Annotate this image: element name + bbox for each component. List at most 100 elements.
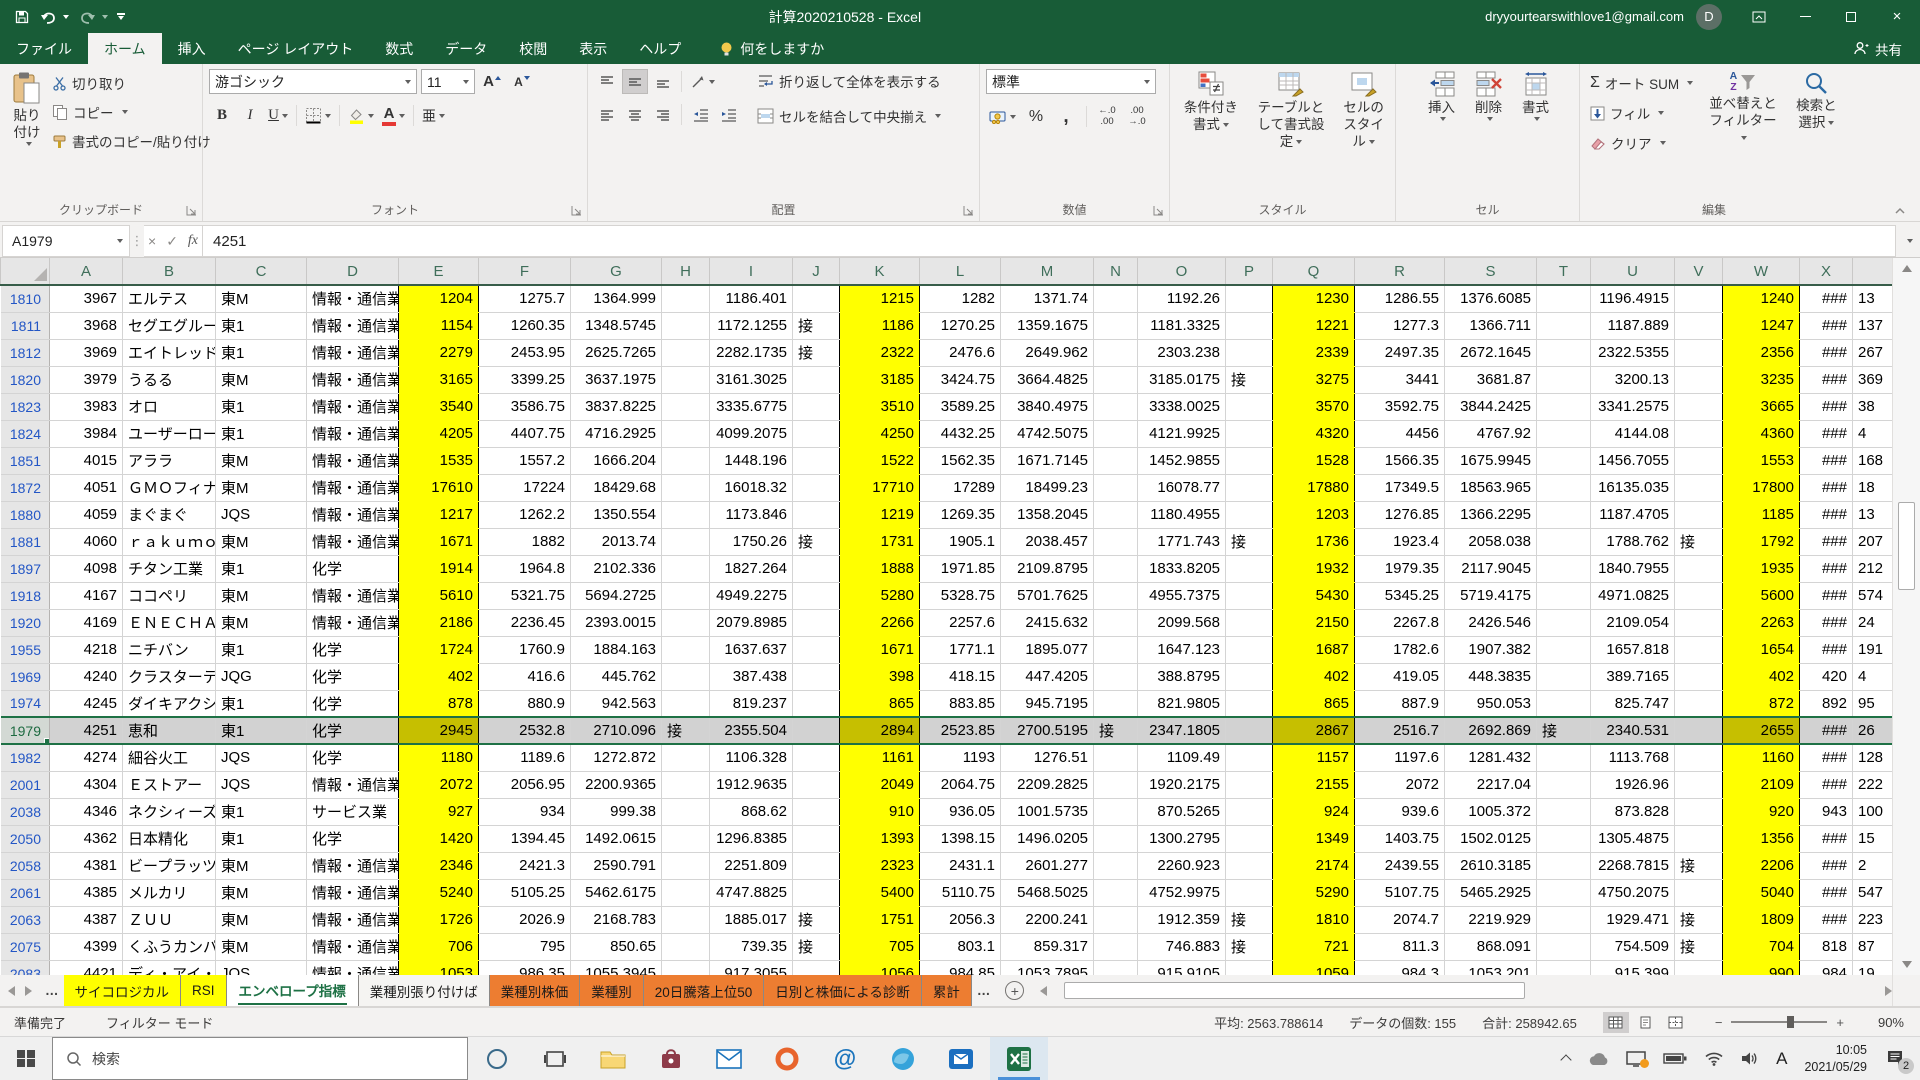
cell[interactable] bbox=[793, 555, 840, 582]
cell[interactable]: 1895.077 bbox=[1001, 636, 1094, 663]
cell[interactable]: 2038.457 bbox=[1001, 528, 1094, 555]
cell[interactable]: ### bbox=[1800, 528, 1853, 555]
cell[interactable] bbox=[1226, 798, 1273, 825]
cell[interactable] bbox=[1537, 852, 1591, 879]
name-box-splitter[interactable]: ⋮ bbox=[130, 225, 144, 257]
font-color-button[interactable]: A bbox=[379, 103, 408, 128]
cell[interactable]: 2497.35 bbox=[1355, 339, 1445, 366]
cell[interactable]: メルカリ bbox=[123, 879, 216, 906]
cut-button[interactable]: 切り取り bbox=[48, 71, 215, 95]
cell[interactable]: 18429.68 bbox=[571, 474, 662, 501]
cell[interactable] bbox=[1537, 744, 1591, 771]
cell[interactable]: 接 bbox=[793, 312, 840, 339]
cell[interactable]: 1687 bbox=[1273, 636, 1355, 663]
cell[interactable] bbox=[1537, 771, 1591, 798]
cell[interactable]: 接 bbox=[793, 339, 840, 366]
cell[interactable]: 1113.768 bbox=[1591, 744, 1675, 771]
cell[interactable]: 4169 bbox=[50, 609, 123, 636]
cell[interactable]: ビープラッツ bbox=[123, 852, 216, 879]
cell[interactable]: 878 bbox=[399, 690, 479, 717]
cell[interactable]: 東M bbox=[216, 447, 307, 474]
cell[interactable]: 16135.035 bbox=[1591, 474, 1675, 501]
cell[interactable]: 1348.5745 bbox=[571, 312, 662, 339]
cell[interactable] bbox=[662, 690, 710, 717]
cell[interactable]: 943 bbox=[1800, 798, 1853, 825]
cell[interactable]: 100 bbox=[1853, 798, 1893, 825]
cell[interactable]: 1215 bbox=[840, 285, 920, 312]
cell[interactable]: 1923.4 bbox=[1355, 528, 1445, 555]
cell[interactable]: JQS bbox=[216, 501, 307, 528]
borders-button[interactable] bbox=[302, 103, 334, 128]
cell[interactable]: 東1 bbox=[216, 312, 307, 339]
cell[interactable] bbox=[1226, 609, 1273, 636]
sheet-tab-サイコロジカル[interactable]: サイコロジカル bbox=[64, 975, 182, 1006]
cell[interactable] bbox=[1675, 744, 1723, 771]
cell[interactable]: 915.9105 bbox=[1138, 960, 1226, 975]
cell[interactable]: 2532.8 bbox=[479, 717, 571, 744]
onedrive-icon[interactable] bbox=[1587, 1051, 1609, 1066]
cell[interactable]: くふうカンパニー bbox=[123, 933, 216, 960]
store-app-button[interactable] bbox=[642, 1037, 700, 1080]
format-as-table-button[interactable]: テーブルとして書式設定 bbox=[1248, 69, 1335, 153]
cell[interactable] bbox=[1226, 771, 1273, 798]
cell[interactable] bbox=[1094, 933, 1138, 960]
column-header-Y[interactable] bbox=[1853, 258, 1893, 285]
row-header[interactable]: 1880 bbox=[1, 501, 50, 528]
cell[interactable]: ディ・アイ・システム bbox=[123, 960, 216, 975]
clear-button[interactable]: クリア bbox=[1586, 131, 1697, 155]
row-header[interactable]: 2083 bbox=[1, 960, 50, 975]
cell[interactable]: 17610 bbox=[399, 474, 479, 501]
cell[interactable]: 868.62 bbox=[710, 798, 793, 825]
cell[interactable]: 4767.92 bbox=[1445, 420, 1537, 447]
cell[interactable]: 恵和 bbox=[123, 717, 216, 744]
cell[interactable] bbox=[1537, 393, 1591, 420]
font-size-combo[interactable]: 11 bbox=[421, 69, 475, 94]
cell[interactable]: 38 bbox=[1853, 393, 1893, 420]
cell[interactable]: 17349.5 bbox=[1355, 474, 1445, 501]
cell[interactable]: 2339 bbox=[1273, 339, 1355, 366]
cell[interactable] bbox=[793, 744, 840, 771]
row-header[interactable]: 1974 bbox=[1, 690, 50, 717]
cell[interactable]: 接 bbox=[793, 933, 840, 960]
cell[interactable] bbox=[1537, 339, 1591, 366]
start-button[interactable] bbox=[0, 1037, 52, 1080]
cell[interactable]: 情報・通信業 bbox=[307, 447, 399, 474]
cell[interactable] bbox=[793, 609, 840, 636]
cell[interactable]: ### bbox=[1800, 501, 1853, 528]
cell[interactable]: 16078.77 bbox=[1138, 474, 1226, 501]
cell[interactable]: 945.7195 bbox=[1001, 690, 1094, 717]
excel-taskbar-button[interactable] bbox=[990, 1037, 1048, 1080]
cell[interactable]: 1230 bbox=[1273, 285, 1355, 312]
cell[interactable]: ＥＮＥＣＨＡＮＧＥ bbox=[123, 609, 216, 636]
cell[interactable]: クラスターテクノロジー bbox=[123, 663, 216, 690]
cell[interactable] bbox=[1537, 690, 1591, 717]
cell[interactable]: 2610.3185 bbox=[1445, 852, 1537, 879]
cell[interactable]: 2117.9045 bbox=[1445, 555, 1537, 582]
cell[interactable]: ニチバン bbox=[123, 636, 216, 663]
cell[interactable] bbox=[1675, 555, 1723, 582]
cell[interactable]: 223 bbox=[1853, 906, 1893, 933]
cell[interactable] bbox=[1537, 798, 1591, 825]
cell[interactable]: 3335.6775 bbox=[710, 393, 793, 420]
cell[interactable]: 2150 bbox=[1273, 609, 1355, 636]
cell[interactable] bbox=[1094, 555, 1138, 582]
cell[interactable]: 892 bbox=[1800, 690, 1853, 717]
expand-formula-bar-button[interactable] bbox=[1896, 225, 1920, 257]
cell[interactable]: 1350.554 bbox=[571, 501, 662, 528]
cell[interactable]: 873.828 bbox=[1591, 798, 1675, 825]
cell[interactable] bbox=[1094, 366, 1138, 393]
insert-function-icon[interactable]: fx bbox=[188, 233, 198, 249]
cell[interactable]: 191 bbox=[1853, 636, 1893, 663]
cell[interactable] bbox=[1537, 663, 1591, 690]
cell[interactable]: 5290 bbox=[1273, 879, 1355, 906]
cell[interactable] bbox=[662, 825, 710, 852]
cell[interactable]: 4205 bbox=[399, 420, 479, 447]
cell[interactable]: 1557.2 bbox=[479, 447, 571, 474]
cell[interactable]: 1157 bbox=[1273, 744, 1355, 771]
cell[interactable]: 1731 bbox=[840, 528, 920, 555]
cell[interactable]: ### bbox=[1800, 609, 1853, 636]
cell[interactable]: 1053.7895 bbox=[1001, 960, 1094, 975]
cell[interactable]: 936.05 bbox=[920, 798, 1001, 825]
cell[interactable]: 3540 bbox=[399, 393, 479, 420]
cell[interactable]: 5105.25 bbox=[479, 879, 571, 906]
